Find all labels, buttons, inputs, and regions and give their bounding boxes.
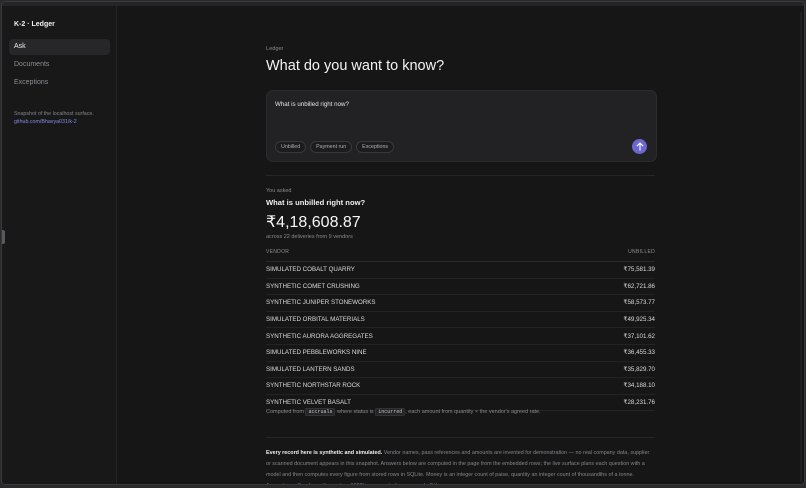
vendor-table: VENDOR UNBILLED SIMULATED COBALT QUARRY ₹…: [266, 249, 655, 412]
unbilled-amount: ₹36,455.33: [623, 349, 655, 357]
send-button[interactable]: [632, 139, 647, 154]
app-title: K-2 · Ledger: [14, 21, 55, 28]
sidebar-item-documents[interactable]: Documents: [9, 57, 110, 73]
unbilled-amount: ₹37,101.62: [623, 332, 655, 340]
vendor-name: SYNTHETIC COMET CRUSHING: [266, 282, 360, 290]
vendor-name: SIMULATED PEBBLEWORKS NINE: [266, 349, 367, 357]
unbilled-amount: ₹62,721.86: [623, 282, 655, 290]
unbilled-amount: ₹35,829.70: [623, 365, 655, 373]
table-row: SIMULATED PEBBLEWORKS NINE ₹36,455.33: [266, 345, 655, 362]
sidebar-note-text: Snapshot of the localhost surface.: [14, 111, 94, 117]
asked-label: You asked: [266, 188, 292, 194]
breadcrumb: Ledger: [266, 46, 284, 52]
table-row: SYNTHETIC NORTHSTAR ROCK ₹34,188.10: [266, 378, 655, 395]
total-amount: ₹4,18,608.87: [266, 214, 361, 231]
main-area: Ledger What do you want to know? What is…: [117, 6, 804, 484]
scrollbar[interactable]: [800, 12, 802, 482]
table-header: VENDOR UNBILLED: [266, 249, 655, 262]
computation-note: Computed from accruals where status is i…: [266, 408, 541, 416]
resize-handle[interactable]: [2, 230, 5, 244]
column-unbilled: UNBILLED: [628, 249, 655, 255]
sidebar-nav: Ask Documents Exceptions: [9, 39, 110, 93]
sidebar-item-exceptions[interactable]: Exceptions: [9, 75, 110, 91]
unbilled-amount: ₹28,231.76: [623, 399, 655, 407]
table-row: SIMULATED ORBITAL MATERIALS ₹49,925.34: [266, 312, 655, 329]
sidebar: K-2 · Ledger Ask Documents Exceptions Sn…: [2, 6, 117, 484]
question-input[interactable]: What is unbilled right now?: [275, 101, 349, 108]
disclaimer: Every record here is synthetic and simul…: [266, 448, 655, 484]
computed-mid: where status is: [336, 409, 374, 415]
unbilled-amount: ₹49,925.34: [623, 316, 655, 324]
app-window: K-2 · Ledger Ask Documents Exceptions Sn…: [1, 1, 805, 485]
suggestion-chips: Unbilled Payment run Exceptions: [275, 141, 395, 153]
table-row: SIMULATED LANTERN SANDS ₹35,829.70: [266, 362, 655, 379]
column-vendor: VENDOR: [266, 249, 290, 255]
code-incurred: incurred: [375, 408, 406, 416]
table-body: SIMULATED COBALT QUARRY ₹75,581.39 SYNTHET…: [266, 262, 655, 412]
repo-link[interactable]: github.com/Bhavya031/k-2: [14, 118, 110, 126]
divider: [266, 175, 655, 176]
total-subtitle: across 22 deliveries from 9 vendors: [266, 234, 353, 240]
chip-unbilled[interactable]: Unbilled: [275, 141, 307, 153]
table-row: SYNTHETIC JUNIPER STONEWORKS ₹58,573.77: [266, 295, 655, 312]
table-row: SIMULATED COBALT QUARRY ₹75,581.39: [266, 262, 655, 279]
table-row: SYNTHETIC AURORA AGGREGATES ₹37,101.62: [266, 328, 655, 345]
sidebar-item-ask[interactable]: Ask: [9, 39, 110, 55]
asked-question: What is unbilled right now?: [266, 198, 366, 207]
vendor-name: SYNTHETIC NORTHSTAR ROCK: [266, 382, 361, 390]
table-row: SYNTHETIC COMET CRUSHING ₹62,721.86: [266, 279, 655, 296]
code-accruals: accruals: [305, 408, 336, 416]
computed-post: , each amount from quantity × the vendor…: [405, 409, 541, 415]
computed-pre: Computed from: [266, 409, 304, 415]
unbilled-amount: ₹34,188.10: [623, 382, 655, 390]
vendor-name: SIMULATED ORBITAL MATERIALS: [266, 316, 365, 324]
chip-exceptions[interactable]: Exceptions: [356, 141, 395, 153]
question-box[interactable]: What is unbilled right now? Unbilled Pay…: [266, 90, 657, 162]
vendor-name: SYNTHETIC AURORA AGGREGATES: [266, 332, 373, 340]
unbilled-amount: ₹58,573.77: [623, 299, 655, 307]
vendor-name: SIMULATED LANTERN SANDS: [266, 365, 355, 373]
page-title: What do you want to know?: [266, 58, 445, 74]
chip-payment-run[interactable]: Payment run: [310, 141, 353, 153]
vendor-name: SYNTHETIC VELVET BASALT: [266, 399, 351, 407]
arrow-up-icon: [636, 142, 643, 151]
disclaimer-bold: Every record here is synthetic and simul…: [266, 450, 383, 456]
vendor-name: SYNTHETIC JUNIPER STONEWORKS: [266, 299, 376, 307]
unbilled-amount: ₹75,581.39: [623, 266, 655, 274]
sidebar-note: Snapshot of the localhost surface. githu…: [14, 110, 110, 126]
vendor-name: SIMULATED COBALT QUARRY: [266, 266, 355, 274]
divider: [266, 437, 655, 438]
